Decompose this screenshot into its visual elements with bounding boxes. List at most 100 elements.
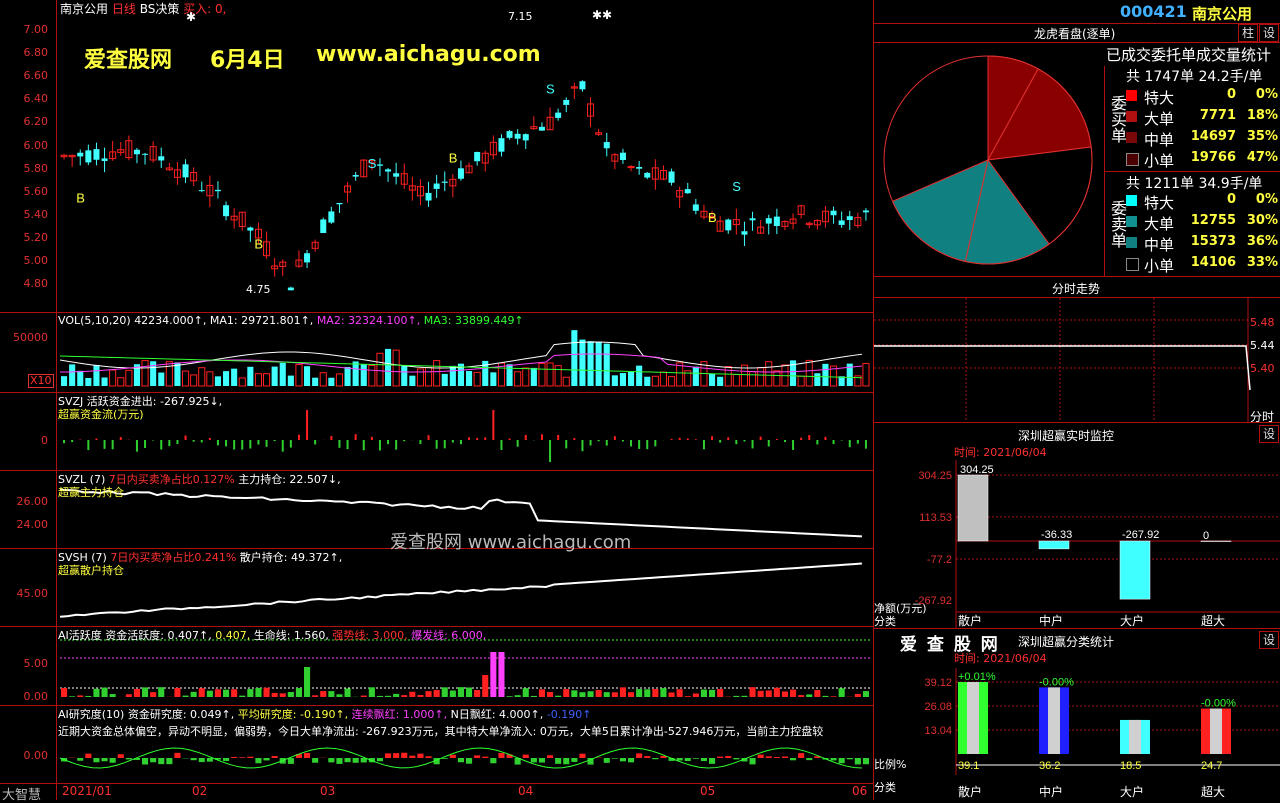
volume-bar — [409, 376, 415, 386]
volume-bar — [85, 378, 91, 386]
ai-activity-bar — [498, 652, 504, 697]
candle-body — [215, 190, 221, 191]
volume-bar — [288, 376, 294, 386]
ai-research-bar — [458, 758, 464, 762]
ai-activity-bar — [636, 689, 642, 697]
fund-flow-bar — [816, 440, 818, 444]
candle-body — [377, 164, 383, 165]
candle-body — [393, 173, 399, 176]
volume-bar — [280, 363, 286, 386]
volume-bar — [369, 365, 375, 386]
ai-activity-bar — [320, 691, 326, 697]
ai-research-bar — [288, 758, 294, 764]
ai-research-bar — [85, 754, 91, 758]
candle-body — [515, 134, 521, 139]
ai-research-bar — [304, 753, 310, 758]
volume-bar — [69, 364, 75, 386]
ai-activity-bar — [717, 689, 723, 697]
ai-research-bar — [110, 758, 116, 763]
vol-unit[interactable]: X10 — [28, 374, 54, 388]
ai-research-bar — [839, 758, 845, 763]
svzl-tick: 26.00 — [4, 495, 48, 508]
classify-category: 大户 — [1120, 784, 1144, 799]
ai-research-bar — [636, 753, 642, 758]
volume-bar — [758, 368, 764, 386]
fund-flow-bar — [517, 440, 519, 447]
ai-research-bar — [644, 756, 650, 758]
ai-research-bar — [272, 756, 278, 758]
candle-body — [604, 142, 610, 148]
ai-research-bar — [725, 756, 731, 758]
fund-flow-bar — [671, 439, 673, 440]
fund-flow-bar — [330, 436, 332, 440]
candle-body — [426, 193, 432, 201]
ai-research-bar — [474, 755, 480, 758]
candle-body — [750, 218, 756, 220]
ai-research-bar — [312, 758, 318, 763]
volume-bar — [709, 374, 715, 386]
candle-body — [288, 288, 294, 291]
side-label: 大智慧 — [2, 784, 41, 803]
classify-value-label: 24.7 — [1201, 760, 1222, 772]
volume-bar — [345, 367, 351, 386]
monitor-category: 大户 — [1120, 613, 1144, 628]
ai-activity-bar — [369, 687, 375, 697]
main-chart-panel[interactable]: 南京公用 日线 BS决策 买入: 0, 爱查股网 6月4日 www.aichag… — [0, 0, 874, 800]
fund-flow-bar — [176, 440, 178, 444]
volume-bar — [296, 365, 302, 386]
fund-flow-bar — [338, 440, 340, 448]
ai-activity-bar — [555, 696, 561, 697]
volume-bar — [490, 372, 496, 386]
date-label: 06 — [852, 784, 867, 798]
fund-flow-bar — [752, 440, 754, 448]
candle-body — [628, 167, 634, 168]
fund-flow-bar — [849, 440, 851, 447]
fund-flow-bar — [525, 435, 527, 440]
volume-bar — [798, 376, 804, 386]
ai-research-bar — [336, 758, 342, 764]
volume-bar — [304, 366, 310, 386]
volume-bar — [272, 367, 278, 386]
ai-activity-bar — [102, 688, 108, 697]
fund-flow-bar — [654, 440, 656, 446]
candle-body — [579, 81, 585, 89]
candle-body — [328, 211, 334, 222]
fund-flow-bar — [581, 440, 583, 451]
ai-research-bar — [490, 758, 496, 763]
ai2-average: 平均研究度: -0.190↑, — [238, 708, 348, 721]
volume-bar — [474, 372, 480, 386]
volume-bar — [247, 367, 253, 386]
fund-flow-bar — [646, 440, 648, 449]
fund-flow-bar — [379, 440, 381, 450]
fund-flow-bar — [95, 439, 97, 440]
volume-bar — [636, 366, 642, 386]
ai-research-bar — [93, 758, 99, 762]
ai2-tick: 0.00 — [4, 749, 48, 762]
ai-research-bar — [239, 757, 245, 758]
fund-flow-bar — [419, 440, 421, 444]
monitor-category: 超大 — [1201, 613, 1225, 628]
volume-bar — [814, 373, 820, 386]
ai-research-bar — [750, 758, 756, 764]
fund-flow-bar — [63, 440, 65, 443]
fund-flow-bar — [233, 440, 235, 449]
volume-bar — [863, 363, 869, 386]
ai-activity-bar — [255, 688, 261, 697]
fund-flow-bar — [120, 437, 122, 440]
ai-research-bar — [174, 753, 180, 758]
ai-research-bar — [166, 758, 172, 764]
candle-body — [199, 190, 205, 191]
ai-activity-bar — [547, 692, 553, 697]
ai-research-bar — [77, 758, 83, 761]
fund-flow-bar — [347, 440, 349, 449]
monitor-bar — [1120, 541, 1150, 599]
vol-ma3: MA3: 33899.449↑ — [424, 314, 524, 327]
volume-bar — [693, 367, 699, 386]
fund-flow-bar — [257, 440, 259, 445]
signal-marker: S — [546, 81, 555, 96]
fund-flow-bar — [193, 440, 195, 442]
fund-flow-bar — [460, 440, 462, 444]
ai-activity-bar — [280, 693, 286, 697]
candle-body — [77, 153, 83, 157]
ai-research-bar — [831, 758, 837, 760]
